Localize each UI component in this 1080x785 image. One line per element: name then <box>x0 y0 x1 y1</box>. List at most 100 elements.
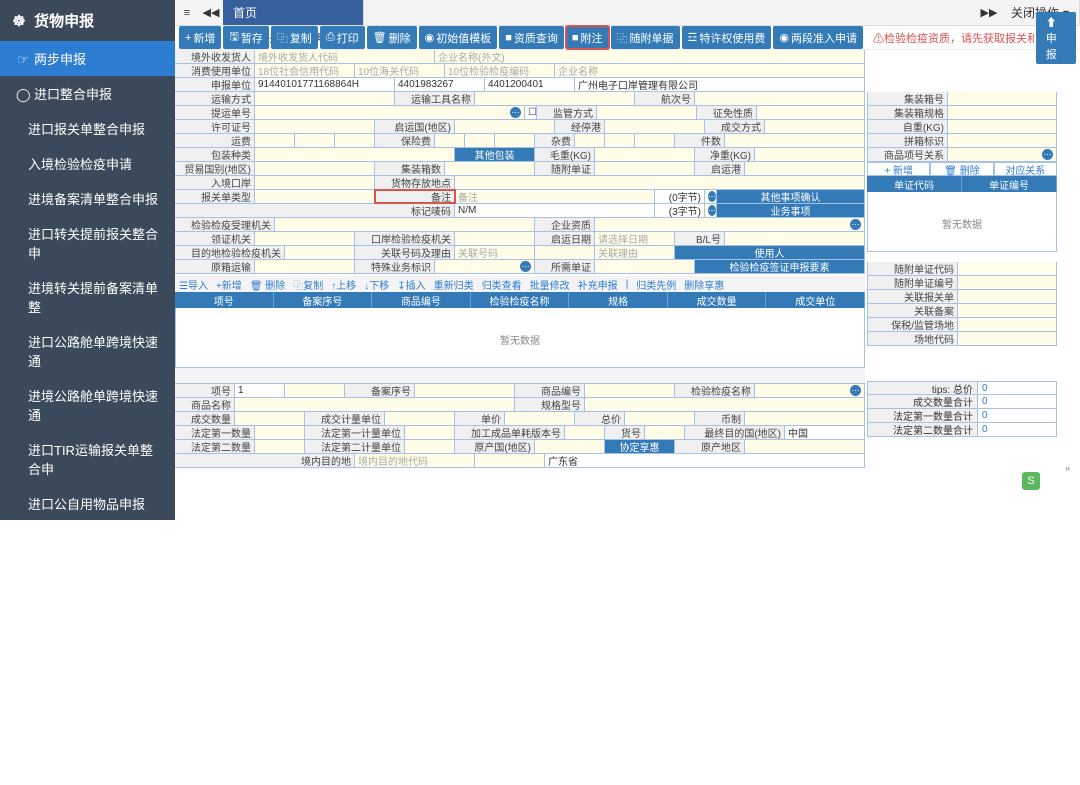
float-s-icon[interactable]: S <box>1022 472 1040 490</box>
tool-附注[interactable]: ■附注 <box>566 26 609 49</box>
chevron-icon: ◯ <box>16 586 30 602</box>
tool-icon: + <box>185 32 191 44</box>
sidebar-item[interactable]: ◯低值快速货物申报 <box>0 680 175 715</box>
tool-两段准入申请[interactable]: ◉两段准入申请 <box>773 26 863 49</box>
sidebar-item[interactable]: ◯修撤单 <box>0 645 175 680</box>
tab[interactable]: 首页 <box>223 0 364 25</box>
sidebar-item[interactable]: ◯数据查询/统计 <box>0 610 175 645</box>
chevron-icon: ☞ <box>16 52 30 68</box>
sidebar: ☸ 货物申报 ☞两步申报◯进口整合申报进口报关单整合申报入境检验检疫申请进境备案… <box>0 0 175 520</box>
sidebar-item[interactable]: 进境转关提前备案清单整 <box>0 270 175 324</box>
sidebar-item[interactable]: 进口TIR运输报关单整合申 <box>0 432 175 486</box>
chevron-icon: ◯ <box>16 621 30 637</box>
sidebar-item[interactable]: ◯进口整合申报 <box>0 76 175 111</box>
goods-op[interactable]: 批量修改 <box>526 277 574 292</box>
other-confirm-button[interactable]: 其他事项确认 <box>717 190 865 203</box>
tool-icon: 🖫 <box>229 28 238 47</box>
sidebar-item[interactable]: 进境公路舱单跨境快速通 <box>0 378 175 432</box>
sidebar-item[interactable]: 进口公自用物品申报 <box>0 486 175 521</box>
goods-op[interactable]: 删除享惠 <box>680 277 728 292</box>
tool-复制[interactable]: ⿻复制 <box>271 26 318 49</box>
goods-op[interactable]: | <box>622 279 633 290</box>
goods-op[interactable]: ⿻复制 <box>289 277 327 292</box>
dot-icon[interactable]: ⋯ <box>850 219 861 230</box>
remark-input[interactable]: 备注 <box>455 190 655 203</box>
sidebar-item[interactable]: ◯出口整合申报 <box>0 575 175 610</box>
forward-icon[interactable]: ▶▶ <box>977 0 1001 25</box>
user-button[interactable]: 使用人 <box>675 246 865 259</box>
sidebar-item[interactable]: ◯重传/补传信息 <box>0 715 175 750</box>
goods-op[interactable]: ↧插入 <box>393 277 429 292</box>
sidebar-item[interactable]: ◯整合初始值设置 <box>0 750 175 785</box>
sidebar-item[interactable]: 进口公路舱单跨境快速通 <box>0 324 175 378</box>
business-button[interactable]: 业务事项 <box>717 204 865 217</box>
goods-op[interactable]: 重新归类 <box>430 277 478 292</box>
goods-op[interactable]: 补充申报 <box>574 277 622 292</box>
goods-op[interactable]: 归类查看 <box>478 277 526 292</box>
tool-icon: 🗑 <box>373 31 387 44</box>
overseas-code[interactable]: 境外收发货人代码 <box>255 50 435 63</box>
sidebar-item[interactable]: ☞两步申报 <box>0 41 175 76</box>
tool-暂存[interactable]: 🖫暂存 <box>223 26 268 49</box>
goods-op[interactable]: +新增 <box>212 277 246 292</box>
chevron-icon: ◯ <box>16 656 30 672</box>
tool-特许权使用费[interactable]: ☲特许权使用费 <box>682 26 772 49</box>
chevron-icon: ◯ <box>16 691 30 707</box>
right-nodata: 暂无数据 <box>867 192 1057 252</box>
tool-打印[interactable]: ⎙打印 <box>320 26 365 49</box>
goods-op[interactable]: ↑上移 <box>327 277 360 292</box>
dot-icon[interactable]: ⋯ <box>708 205 716 216</box>
dot-icon[interactable]: ⋯ <box>850 385 861 396</box>
sidebar-item[interactable]: 进口转关提前报关整合申 <box>0 216 175 270</box>
dot-icon[interactable]: ⋯ <box>520 261 531 272</box>
right-op[interactable]: + 新增 <box>867 162 930 176</box>
tool-icon: ◉ <box>779 31 789 44</box>
goods-nodata: 暂无数据 <box>175 308 865 368</box>
tips-label: tips: 总价 <box>868 382 978 394</box>
dot-icon[interactable]: ⋯ <box>510 107 521 118</box>
goods-toolbar: ☰导入+新增🗑 删除⿻复制↑上移↓下移↧插入重新归类归类查看批量修改补充申报|归… <box>175 276 865 292</box>
upload-icon: ⬆ <box>1046 17 1057 29</box>
toolbar: +新增🖫暂存⿻复制⎙打印🗑删除◉初始值模板■资质查询■附注⿻随附单据☲特许权使用… <box>175 26 1080 50</box>
ciq-button[interactable]: 检验检疫签证申报要素 <box>695 260 865 273</box>
lbl-overseas: 境外收发货人 <box>175 50 255 63</box>
tool-随附单据[interactable]: ⿻随附单据 <box>611 26 680 49</box>
right-th: 单证代码单证编号 <box>867 176 1057 192</box>
agreement-button[interactable]: 协定享惠 <box>605 440 675 453</box>
sidebar-item[interactable]: 进境备案清单整合申报 <box>0 181 175 216</box>
tool-删除[interactable]: 🗑删除 <box>367 26 417 49</box>
right-op[interactable]: 对应关系 <box>994 162 1057 176</box>
tips-panel: tips: 总价0 成交数量合计0法定第一数量合计0法定第二数量合计0 <box>867 295 1057 437</box>
overseas-name[interactable]: 企业名称(外文) <box>435 50 865 63</box>
dashboard-icon: ☸ <box>12 12 26 30</box>
tool-icon: ⎙ <box>326 31 335 44</box>
tool-资质查询[interactable]: ■资质查询 <box>499 26 564 49</box>
tool-新增[interactable]: +新增 <box>179 26 221 49</box>
chevron-icon: ◯ <box>16 761 30 777</box>
tab-bar: ≡ ◀◀ 首页进口报关单整合申报✕ ▶▶ 关闭操作▾ <box>175 0 1080 26</box>
sidebar-item[interactable]: 入境检验检疫申请 <box>0 146 175 181</box>
sidebar-item[interactable]: 进口报关单整合申报 <box>0 111 175 146</box>
tool-icon: ⿻ <box>617 30 628 46</box>
remark-label: 备注 <box>375 190 455 203</box>
form-grid: 境外收发货人境外收发货人代码企业名称(外文) 消费使用单位18位社会信用代码10… <box>175 50 865 468</box>
menu-icon[interactable]: ≡ <box>175 0 199 25</box>
right-ops: + 新增🗑 删除对应关系 <box>867 162 1057 176</box>
tool-icon: ■ <box>572 32 579 44</box>
goods-op[interactable]: ↓下移 <box>360 277 393 292</box>
goods-header: 项号备案序号商品编号检验检疫名称规格成交数量成交单位 <box>175 292 865 308</box>
goods-op[interactable]: ☰导入 <box>175 277 212 292</box>
goods-op[interactable]: 归类先例 <box>632 277 680 292</box>
back-icon[interactable]: ◀◀ <box>199 0 223 25</box>
other-package-button[interactable]: 其他包装 <box>455 148 535 161</box>
right-op[interactable]: 🗑 删除 <box>930 162 993 176</box>
sidebar-title: ☸ 货物申报 <box>0 0 175 41</box>
tool-初始值模板[interactable]: ◉初始值模板 <box>419 26 498 49</box>
dot-icon[interactable]: ⋯ <box>708 191 716 202</box>
sidebar-title-text: 货物申报 <box>34 13 94 30</box>
main: ≡ ◀◀ 首页进口报关单整合申报✕ ▶▶ 关闭操作▾ +新增🖫暂存⿻复制⎙打印🗑… <box>175 0 1080 520</box>
dot-icon[interactable]: ⋯ <box>1042 149 1053 160</box>
sidebar-item[interactable]: 进境内贸货物跨境备案清 <box>0 521 175 575</box>
goods-op[interactable]: 🗑 删除 <box>246 277 289 292</box>
chevron-icon: ◯ <box>16 87 30 103</box>
